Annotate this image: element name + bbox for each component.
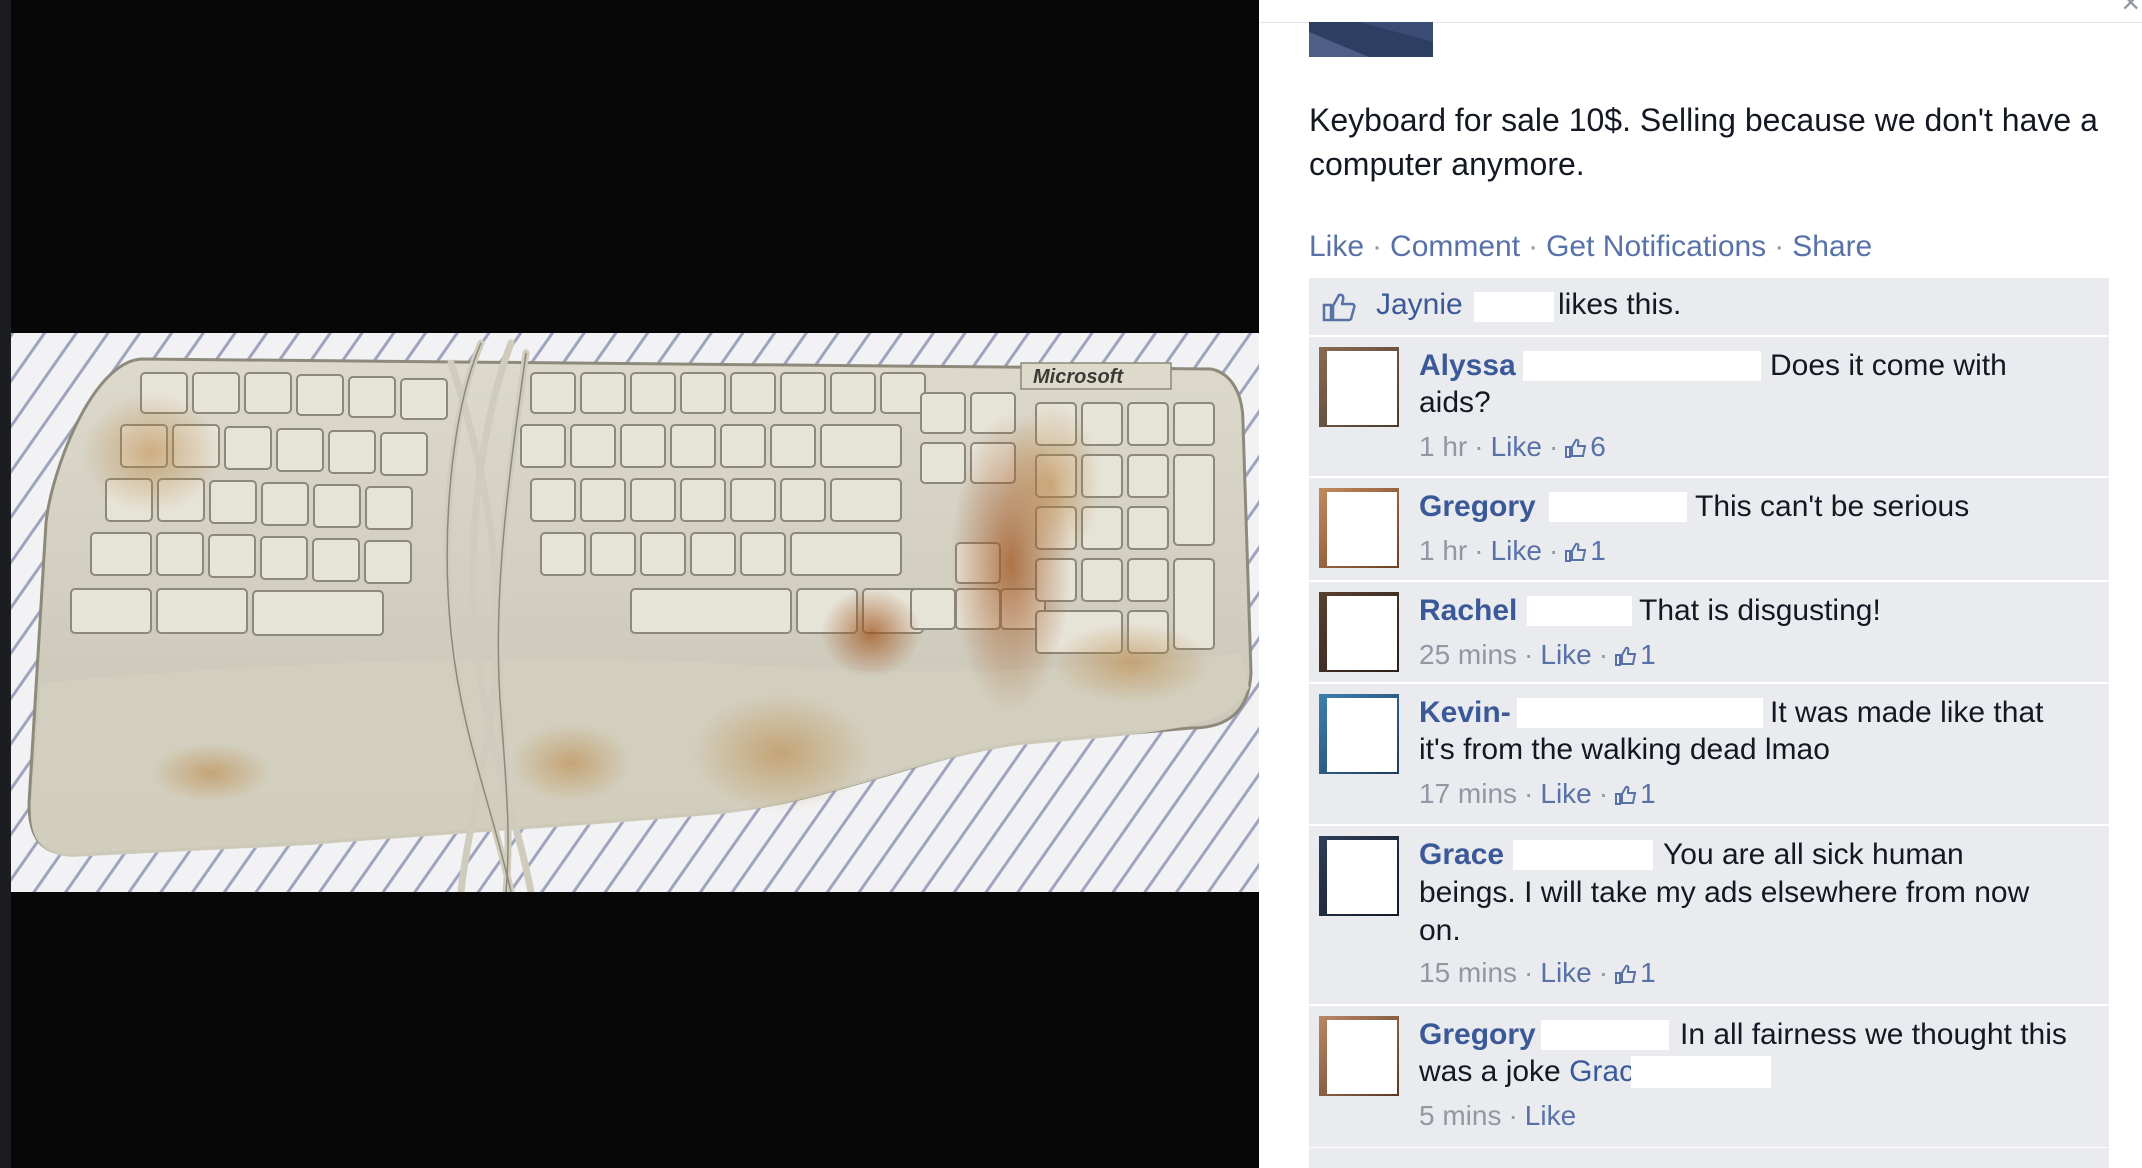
like-count-icon [1615, 646, 1637, 666]
author-avatar[interactable] [1309, 22, 1433, 57]
comment: Grace You are all sick human beings. I w… [1309, 826, 2109, 1006]
commenter-avatar[interactable] [1319, 488, 1399, 568]
like-count-icon [1615, 964, 1637, 984]
comment-time[interactable]: 1 hr [1419, 535, 1467, 566]
comment-text: on. [1419, 914, 1461, 947]
redacted-name [1523, 351, 1761, 381]
comment-meta: 1 hr · Like · 1 [1419, 535, 1606, 566]
comment-like-link[interactable]: Like [1525, 1100, 1576, 1131]
post-actions: Like · Comment · Get Notifications · Share [1309, 227, 1872, 267]
comment-text: This can't be serious [1695, 490, 1970, 523]
commenter-name[interactable]: Gregory [1419, 1016, 1536, 1054]
comment-time[interactable]: 5 mins [1419, 1100, 1501, 1131]
redacted-name [1541, 1020, 1669, 1050]
comment-like-count[interactable]: 1 [1590, 535, 1606, 566]
comment-meta: 5 mins · Like [1419, 1100, 1577, 1131]
commenter-name[interactable]: Kevin- [1419, 694, 1511, 732]
comment-text: In all fairness we thought this [1680, 1018, 2067, 1051]
comment-meta: 25 mins · Like · 1 [1419, 639, 1656, 670]
close-icon[interactable]: × [2121, 0, 2140, 18]
commenter-name[interactable]: Grace [1419, 836, 1504, 874]
comment-link[interactable]: Comment [1390, 230, 1520, 263]
photo-viewer[interactable]: Microsoft [11, 0, 1259, 1168]
comment-meta: 17 mins · Like · 1 [1419, 778, 1656, 809]
comment-like-link[interactable]: Like [1540, 639, 1591, 670]
comment-text: beings. I will take my ads elsewhere fro… [1419, 876, 2030, 909]
comment-like-link[interactable]: Like [1540, 778, 1591, 809]
comment: Gregory In all fairness we thought this … [1309, 1006, 2109, 1149]
comment: Gregory This can't be serious 1 hr · Like ·… [1309, 478, 2109, 582]
comment-like-count[interactable]: 1 [1640, 778, 1656, 809]
redacted-name [1513, 840, 1653, 870]
comment: Alyssa Does it come with aids? 1 hr · Like… [1309, 337, 2109, 478]
redacted-avatar [1327, 840, 1397, 914]
author-avatar-image [1309, 22, 1433, 57]
comment: Rachel That is disgusting! 25 mins · Like ·… [1309, 582, 2109, 684]
left-edge-strip [0, 0, 11, 1168]
redacted-name [1527, 596, 1632, 626]
likes-text: likes this. [1558, 288, 1682, 321]
comment-text-part: was a joke [1419, 1055, 1561, 1088]
keyboard-photo[interactable]: Microsoft [11, 333, 1259, 892]
commenter-avatar[interactable] [1319, 347, 1399, 427]
redacted-name [1474, 292, 1554, 322]
commenter-avatar[interactable] [1319, 1016, 1399, 1096]
redacted-avatar [1327, 698, 1397, 772]
comment-partial [1309, 1148, 2109, 1168]
separator: · [1774, 230, 1785, 263]
commenter-name[interactable]: Rachel [1419, 592, 1517, 630]
post-text: Keyboard for sale 10$. Selling because w… [1309, 102, 2098, 182]
thumbs-up-icon [1322, 293, 1356, 322]
comment-text: it's from the walking dead lmao [1419, 733, 1830, 766]
comment-like-count[interactable]: 1 [1640, 639, 1656, 670]
separator: · [1372, 230, 1383, 263]
commenter-avatar[interactable] [1319, 836, 1399, 916]
like-link[interactable]: Like [1309, 230, 1364, 263]
redacted-name [1517, 698, 1763, 728]
commenter-name[interactable]: Alyssa [1419, 347, 1516, 385]
liker-name[interactable]: Jaynie [1376, 288, 1463, 322]
comment-text: aids? [1419, 386, 1491, 419]
separator: · [1528, 230, 1539, 263]
redacted-avatar [1327, 1020, 1397, 1094]
comment-like-link[interactable]: Like [1491, 535, 1542, 566]
comment-like-count[interactable]: 1 [1640, 957, 1656, 988]
post-panel: × Keyboard for sale 10$. Selling because… [1259, 0, 2142, 1168]
redacted-name [1631, 1056, 1771, 1088]
redacted-avatar [1327, 492, 1397, 566]
share-link[interactable]: Share [1792, 230, 1872, 263]
commenter-avatar[interactable] [1319, 592, 1399, 672]
commenter-avatar[interactable] [1319, 694, 1399, 774]
comment-text: It was made like that [1770, 696, 2044, 729]
get-notifications-link[interactable]: Get Notifications [1546, 230, 1766, 263]
comment-meta: 1 hr · Like · 6 [1419, 431, 1606, 462]
comment-meta: 15 mins · Like · 1 [1419, 957, 1656, 988]
commenter-name[interactable]: Gregory [1419, 488, 1536, 526]
comment-like-link[interactable]: Like [1491, 431, 1542, 462]
redacted-avatar [1327, 351, 1397, 425]
comment-time[interactable]: 15 mins [1419, 957, 1517, 988]
like-count-icon [1615, 785, 1637, 805]
comments-section: Jaynie likes this. Alyssa Does it come w… [1309, 278, 2109, 1168]
redacted-avatar [1327, 596, 1397, 670]
comment-text: was a joke Grace [1419, 1053, 1651, 1091]
likes-summary: Jaynie likes this. [1309, 278, 2109, 337]
comment-time[interactable]: 17 mins [1419, 778, 1517, 809]
redacted-name [1549, 492, 1687, 522]
comment-like-count[interactable]: 6 [1590, 431, 1606, 462]
comment-like-link[interactable]: Like [1540, 957, 1591, 988]
comment-time[interactable]: 1 hr [1419, 431, 1467, 462]
comment-text: You are all sick human [1663, 838, 1964, 871]
comment-time[interactable]: 25 mins [1419, 639, 1517, 670]
comment-text: Does it come with [1770, 349, 2007, 382]
comment: Kevin- It was made like that it's from t… [1309, 684, 2109, 826]
comment-text: That is disgusting! [1639, 594, 1881, 627]
keyboard-brand: Microsoft [1033, 366, 1124, 388]
like-count-icon [1565, 542, 1587, 562]
like-count-icon [1565, 438, 1587, 458]
